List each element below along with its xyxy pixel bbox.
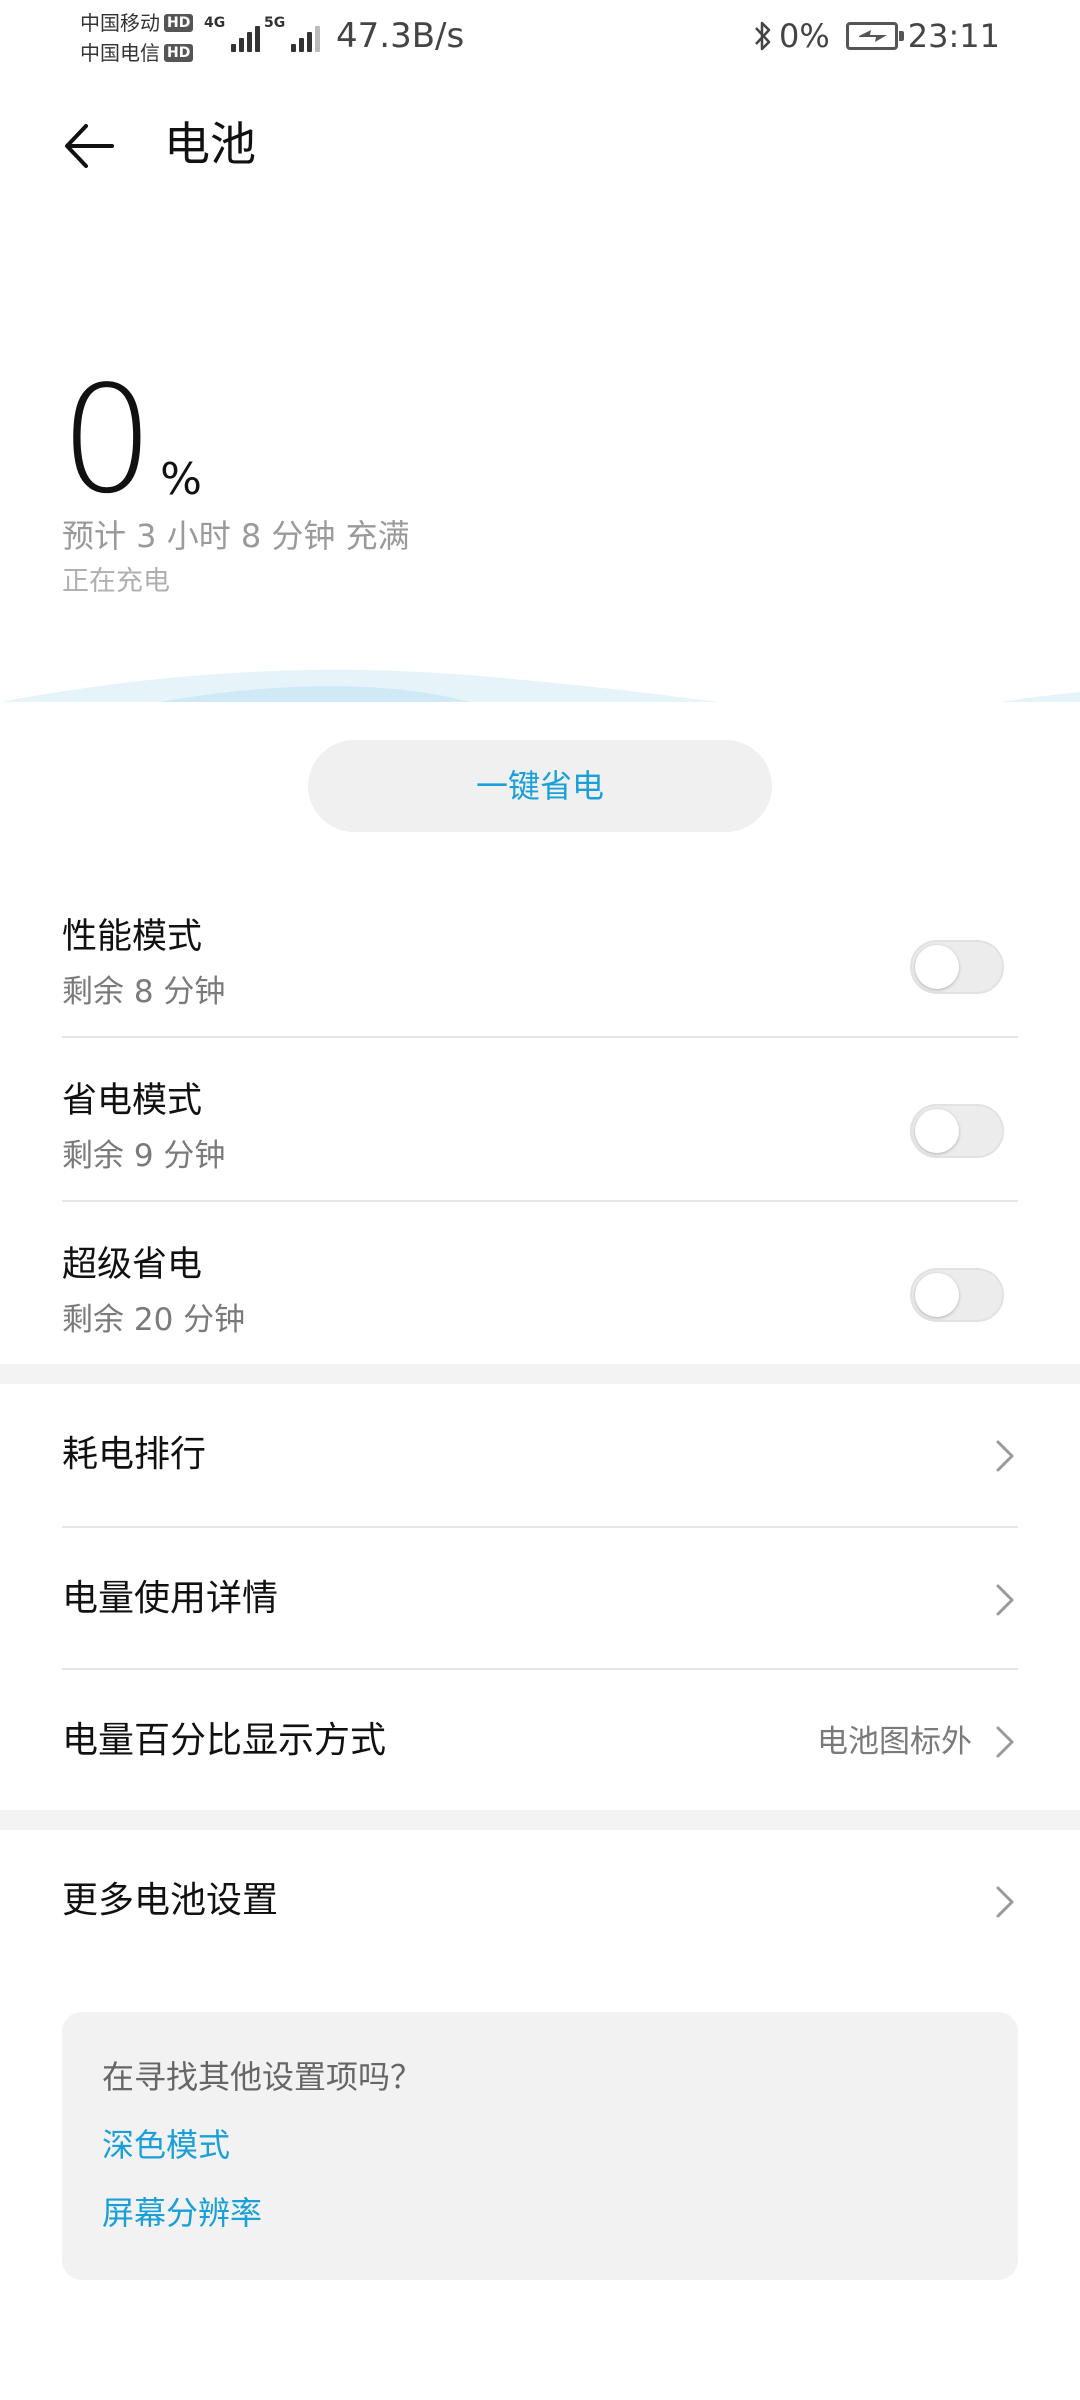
performance-mode-row[interactable]: 性能模式 剩余 8 分钟: [62, 874, 1018, 1038]
signal-4g-icon: 4G: [204, 15, 261, 52]
mode-subtitle: 剩余 20 分钟: [62, 1302, 246, 1338]
network-speed: 47.3B/s: [336, 16, 465, 56]
charge-estimate: 预计 3 小时 8 分钟 充满: [62, 517, 410, 555]
one-key-power-save-button[interactable]: 一键省电: [308, 740, 772, 832]
bluetooth-battery-percent: 0%: [779, 17, 830, 55]
mode-subtitle: 剩余 8 分钟: [62, 974, 226, 1010]
power-consumption-ranking-row[interactable]: 耗电排行: [62, 1384, 1018, 1526]
power-saving-mode-row[interactable]: 省电模式 剩余 9 分钟: [62, 1038, 1018, 1202]
status-right: 0% 23:11: [751, 14, 1000, 58]
battery-percentage-display-row[interactable]: 电量百分比显示方式 电池图标外: [62, 1670, 1018, 1812]
section-separator: [0, 1364, 1080, 1384]
list-value: 电池图标外: [817, 1724, 972, 1760]
chevron-right-icon: [996, 1440, 1014, 1472]
dark-mode-link[interactable]: 深色模式: [102, 2124, 230, 2166]
toggle-knob: [915, 1109, 959, 1153]
chevron-right-icon: [996, 1584, 1014, 1616]
battery-percent-sign: %: [160, 454, 202, 505]
list-label: 更多电池设置: [62, 1880, 279, 1921]
toggle-knob: [915, 945, 959, 989]
status-bar: 中国移动 HD 中国电信 HD 4G 5G 47.3B/s 0% 23:11: [0, 0, 1080, 72]
list-label: 电量使用详情: [62, 1578, 279, 1619]
mode-title: 超级省电: [62, 1245, 203, 1285]
ultra-power-saving-toggle[interactable]: [910, 1268, 1004, 1322]
ultra-power-saving-row[interactable]: 超级省电 剩余 20 分钟: [62, 1202, 1018, 1366]
toggle-knob: [915, 1273, 959, 1317]
hd-badge-2: HD: [164, 44, 194, 62]
settings-suggestion-card: 在寻找其他设置项吗？ 深色模式 屏幕分辨率: [62, 2012, 1018, 2280]
screen-resolution-link[interactable]: 屏幕分辨率: [102, 2192, 262, 2234]
net-2-label: 5G: [264, 15, 286, 31]
battery-wave-decoration: [0, 669, 1080, 702]
power-usage-details-row[interactable]: 电量使用详情: [62, 1528, 1018, 1670]
more-battery-settings-row[interactable]: 更多电池设置: [62, 1830, 1018, 1972]
performance-mode-toggle[interactable]: [910, 940, 1004, 994]
list-label: 电量百分比显示方式: [62, 1720, 387, 1761]
mode-subtitle: 剩余 9 分钟: [62, 1138, 226, 1174]
battery-percent-value: 0: [60, 354, 154, 526]
hd-badge-1: HD: [164, 14, 194, 32]
net-1-label: 4G: [204, 15, 226, 31]
suggestion-title: 在寻找其他设置项吗？: [102, 2058, 423, 2096]
clock: 23:11: [907, 17, 1000, 55]
power-saving-mode-toggle[interactable]: [910, 1104, 1004, 1158]
mode-title: 省电模式: [62, 1081, 203, 1121]
battery-summary: 0 % 预计 3 小时 8 分钟 充满 正在充电: [0, 354, 1080, 700]
chevron-right-icon: [996, 1886, 1014, 1918]
back-arrow-icon[interactable]: [56, 114, 120, 178]
title-bar: 电池: [0, 96, 1080, 192]
battery-percent: 0 %: [60, 354, 202, 526]
battery-charging-icon: [845, 22, 904, 50]
mode-title: 性能模式: [62, 917, 203, 957]
carrier-info: 中国移动 HD 中国电信 HD: [80, 8, 200, 68]
chevron-right-icon: [996, 1726, 1014, 1758]
battery-settings-page: 中国移动 HD 中国电信 HD 4G 5G 47.3B/s 0% 23:11 电…: [0, 0, 1080, 2400]
carrier-2-label: 中国电信: [80, 41, 160, 65]
page-title: 电池: [164, 117, 256, 171]
signal-5g-icon: 5G: [264, 15, 321, 52]
section-separator: [0, 1810, 1080, 1830]
list-label: 耗电排行: [62, 1434, 207, 1475]
bluetooth-icon: [755, 21, 771, 51]
charging-status: 正在充电: [62, 566, 170, 597]
carrier-1-label: 中国移动: [80, 11, 160, 35]
